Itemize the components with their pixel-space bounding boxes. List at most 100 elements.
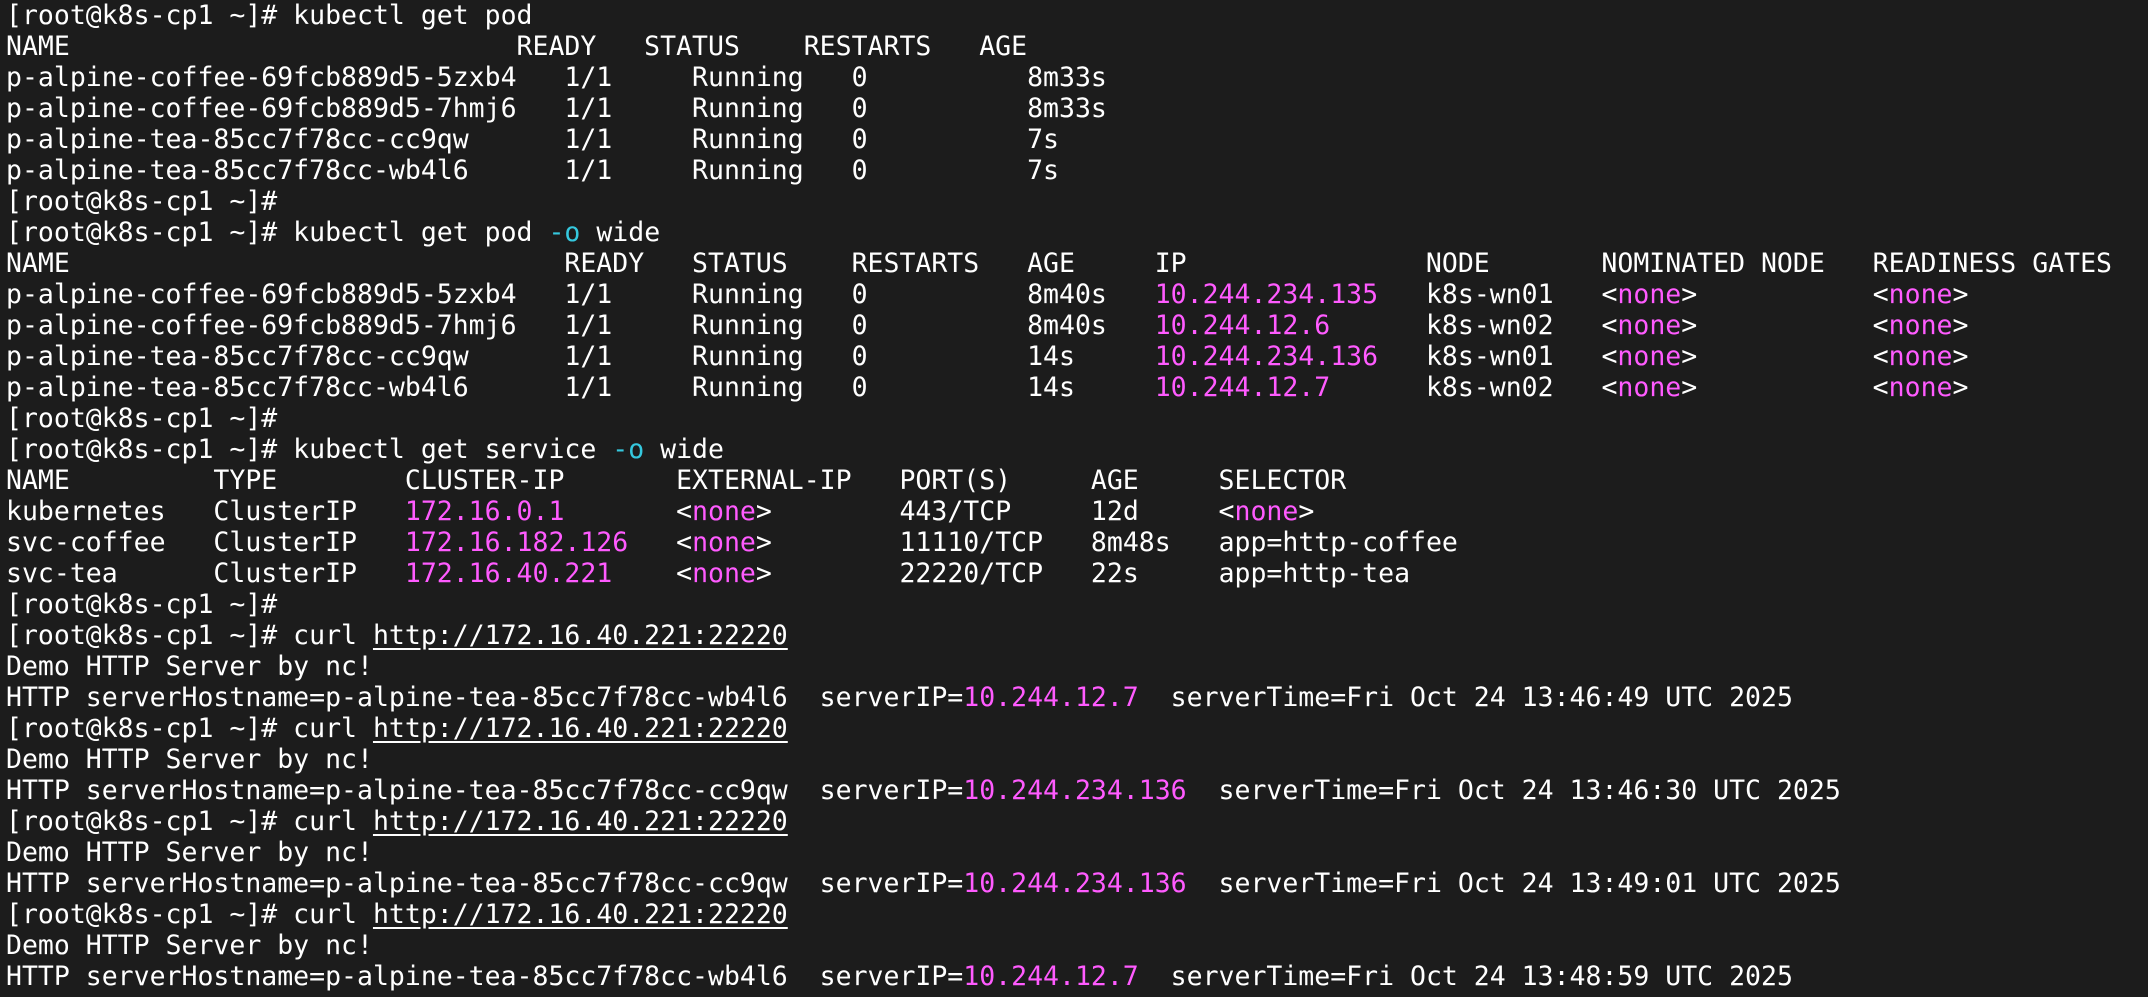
- terminal-line: p-alpine-tea-85cc7f78cc-wb4l6 1/1 Runnin…: [6, 155, 2146, 186]
- terminal-text: svc-tea ClusterIP: [6, 558, 405, 589]
- terminal-text: serverTime=Fri Oct 24 13:49:01 UTC 2025: [1186, 868, 1841, 899]
- terminal-text: serverTime=Fri Oct 24 13:46:49 UTC 2025: [1138, 682, 1793, 713]
- terminal-line: svc-coffee ClusterIP 172.16.182.126 <non…: [6, 527, 2146, 558]
- terminal-line: [root@k8s-cp1 ~]# kubectl get service -o…: [6, 434, 2146, 465]
- highlighted-value: 10.244.12.7: [1154, 372, 1331, 403]
- highlighted-value: 10.244.12.6: [1154, 310, 1331, 341]
- terminal-text: >: [1952, 372, 1969, 403]
- terminal-line: p-alpine-tea-85cc7f78cc-cc9qw 1/1 Runnin…: [6, 341, 2146, 372]
- terminal-line: [root@k8s-cp1 ~]#: [6, 589, 2146, 620]
- terminal-line: [root@k8s-cp1 ~]#: [6, 403, 2146, 434]
- terminal-line: p-alpine-coffee-69fcb889d5-5zxb4 1/1 Run…: [6, 279, 2146, 310]
- highlighted-value: none: [692, 527, 756, 558]
- terminal-line: Demo HTTP Server by nc!: [6, 744, 2146, 775]
- terminal-text: >: [1298, 496, 1315, 527]
- highlighted-value: 10.244.234.136: [963, 868, 1187, 899]
- terminal-text: > 11110/TCP 8m48s app=http-coffee: [755, 527, 1458, 558]
- terminal-text: svc-coffee ClusterIP: [6, 527, 405, 558]
- terminal-text: p-alpine-tea-85cc7f78cc-wb4l6 1/1 Runnin…: [6, 372, 1155, 403]
- highlighted-value: none: [692, 496, 756, 527]
- terminal-text: Demo HTTP Server by nc!: [6, 930, 373, 961]
- terminal-text: k8s-wn01 <: [1378, 341, 1618, 372]
- terminal-text: p-alpine-coffee-69fcb889d5-5zxb4 1/1 Run…: [6, 279, 1155, 310]
- highlighted-value: none: [1888, 341, 1953, 372]
- url-link[interactable]: http://172.16.40.221:22220: [373, 620, 788, 651]
- terminal-line: [root@k8s-cp1 ~]# curl http://172.16.40.…: [6, 713, 2146, 744]
- terminal-text: > <: [1681, 279, 1889, 310]
- command-flag: -o: [548, 217, 581, 248]
- terminal-line: [root@k8s-cp1 ~]# curl http://172.16.40.…: [6, 620, 2146, 651]
- highlighted-value: 10.244.12.7: [963, 682, 1139, 713]
- terminal-text: [root@k8s-cp1 ~]# kubectl get pod: [6, 0, 533, 31]
- highlighted-value: none: [1234, 496, 1299, 527]
- terminal-line: HTTP serverHostname=p-alpine-tea-85cc7f7…: [6, 868, 2146, 899]
- highlighted-value: 10.244.12.7: [963, 961, 1139, 992]
- terminal-text: > <: [1681, 310, 1889, 341]
- terminal-text: HTTP serverHostname=p-alpine-tea-85cc7f7…: [6, 961, 964, 992]
- highlighted-value: none: [1617, 310, 1682, 341]
- terminal-output[interactable]: [root@k8s-cp1 ~]# kubectl get pod NAME RE…: [6, 0, 2146, 997]
- terminal-text: [root@k8s-cp1 ~]# curl: [6, 713, 373, 744]
- terminal-text: wide: [644, 434, 724, 465]
- highlighted-value: 172.16.0.1: [404, 496, 565, 527]
- terminal-line: HTTP serverHostname=p-alpine-tea-85cc7f7…: [6, 775, 2146, 806]
- url-link[interactable]: http://172.16.40.221:22220: [373, 899, 788, 930]
- terminal-text: NAME READY STATUS RESTARTS AGE: [6, 31, 1028, 62]
- terminal-text: kubernetes ClusterIP: [6, 496, 405, 527]
- terminal-text: k8s-wn02 <: [1330, 372, 1618, 403]
- highlighted-value: none: [1617, 372, 1682, 403]
- terminal-line: p-alpine-tea-85cc7f78cc-wb4l6 1/1 Runnin…: [6, 372, 2146, 403]
- terminal-text: p-alpine-tea-85cc7f78cc-cc9qw 1/1 Runnin…: [6, 124, 1059, 155]
- terminal-line: [root@k8s-cp1 ~]# curl http://172.16.40.…: [6, 899, 2146, 930]
- terminal-line: [root@k8s-cp1 ~]# kubectl get pod -o wid…: [6, 217, 2146, 248]
- terminal-line: [root@k8s-cp1 ~]#: [6, 186, 2146, 217]
- terminal-line: [root@k8s-cp1 ~]# curl http://172.16.40.…: [6, 806, 2146, 837]
- terminal-text: p-alpine-coffee-69fcb889d5-7hmj6 1/1 Run…: [6, 310, 1155, 341]
- command-flag: -o: [612, 434, 645, 465]
- terminal-text: serverTime=Fri Oct 24 13:48:59 UTC 2025: [1138, 961, 1793, 992]
- terminal-text: k8s-wn02 <: [1330, 310, 1618, 341]
- terminal-text: Demo HTTP Server by nc!: [6, 651, 373, 682]
- terminal-text: [root@k8s-cp1 ~]#: [6, 186, 278, 217]
- terminal-text: [root@k8s-cp1 ~]# kubectl get service: [6, 434, 613, 465]
- terminal-text: >: [1952, 310, 1969, 341]
- terminal-line: kubernetes ClusterIP 172.16.0.1 <none> 4…: [6, 496, 2146, 527]
- terminal-text: [root@k8s-cp1 ~]# curl: [6, 806, 373, 837]
- terminal-text: serverTime=Fri Oct 24 13:46:30 UTC 2025: [1186, 775, 1841, 806]
- url-link[interactable]: http://172.16.40.221:22220: [373, 713, 788, 744]
- terminal-text: <: [628, 527, 693, 558]
- terminal-line: Demo HTTP Server by nc!: [6, 651, 2146, 682]
- highlighted-value: none: [1888, 372, 1953, 403]
- terminal-text: [root@k8s-cp1 ~]# kubectl get pod: [6, 217, 549, 248]
- terminal-text: NAME READY STATUS RESTARTS AGE IP NODE N…: [6, 248, 2112, 279]
- highlighted-value: none: [692, 558, 756, 589]
- terminal-line: [root@k8s-cp1 ~]# kubectl get pod: [6, 0, 2146, 31]
- terminal-line: p-alpine-tea-85cc7f78cc-cc9qw 1/1 Runnin…: [6, 124, 2146, 155]
- url-link[interactable]: http://172.16.40.221:22220: [373, 806, 788, 837]
- highlighted-value: 10.244.234.135: [1154, 279, 1379, 310]
- highlighted-value: none: [1617, 341, 1682, 372]
- terminal-line: NAME TYPE CLUSTER-IP EXTERNAL-IP PORT(S)…: [6, 465, 2146, 496]
- highlighted-value: 10.244.234.136: [1154, 341, 1379, 372]
- terminal-text: Demo HTTP Server by nc!: [6, 744, 373, 775]
- terminal-line: NAME READY STATUS RESTARTS AGE: [6, 31, 2146, 62]
- terminal-text: p-alpine-tea-85cc7f78cc-cc9qw 1/1 Runnin…: [6, 341, 1155, 372]
- highlighted-value: none: [1617, 279, 1682, 310]
- terminal-line: p-alpine-coffee-69fcb889d5-7hmj6 1/1 Run…: [6, 93, 2146, 124]
- terminal-text: <: [564, 496, 693, 527]
- terminal-text: [root@k8s-cp1 ~]#: [6, 589, 278, 620]
- terminal-line: p-alpine-coffee-69fcb889d5-7hmj6 1/1 Run…: [6, 310, 2146, 341]
- terminal-text: k8s-wn01 <: [1378, 279, 1618, 310]
- terminal-text: > 22220/TCP 22s app=http-tea: [755, 558, 1411, 589]
- terminal-text: p-alpine-coffee-69fcb889d5-7hmj6 1/1 Run…: [6, 93, 1107, 124]
- highlighted-value: none: [1888, 310, 1953, 341]
- terminal-line: p-alpine-coffee-69fcb889d5-5zxb4 1/1 Run…: [6, 62, 2146, 93]
- terminal-line: HTTP serverHostname=p-alpine-tea-85cc7f7…: [6, 961, 2146, 992]
- terminal-text: [root@k8s-cp1 ~]#: [6, 403, 278, 434]
- terminal-text: NAME TYPE CLUSTER-IP EXTERNAL-IP PORT(S)…: [6, 465, 1347, 496]
- terminal-line: HTTP serverHostname=p-alpine-tea-85cc7f7…: [6, 682, 2146, 713]
- terminal-text: p-alpine-coffee-69fcb889d5-5zxb4 1/1 Run…: [6, 62, 1107, 93]
- terminal-text: > 443/TCP 12d <: [755, 496, 1235, 527]
- highlighted-value: 10.244.234.136: [963, 775, 1187, 806]
- terminal-text: >: [1952, 279, 1969, 310]
